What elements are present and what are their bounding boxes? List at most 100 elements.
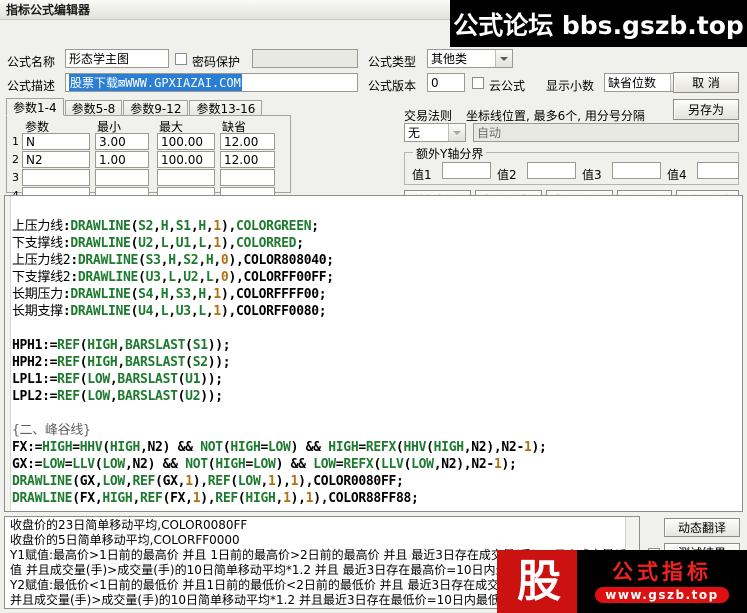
code-token: ) && — [290, 440, 329, 455]
code-token: 1 — [185, 474, 193, 489]
formula-version-input[interactable]: 0 — [427, 73, 465, 92]
code-token: , — [153, 236, 161, 251]
watermark-text-box: 公式指标 www.gszb.top — [577, 550, 747, 613]
tab-params-9-12[interactable]: 参数9-12 — [123, 100, 189, 116]
code-token: ( — [130, 287, 139, 302]
dynamic-translate-button[interactable]: 动态翻译 — [664, 518, 740, 537]
param-default-1[interactable]: 12.00 — [220, 133, 275, 150]
formula-name-input[interactable]: 形态学主图 — [65, 49, 169, 68]
y-value-1-input[interactable] — [442, 162, 491, 179]
code-token: HIGH — [42, 440, 73, 455]
code-token: ),COLORFF00FF; — [228, 270, 334, 285]
param-name-1[interactable]: N — [22, 133, 90, 150]
password-input[interactable] — [252, 49, 358, 68]
code-token: ( — [395, 440, 404, 455]
tab-params-5-8[interactable]: 参数5-8 — [64, 100, 123, 116]
code-token: ), — [200, 491, 216, 506]
code-token: U2 — [185, 389, 201, 404]
save-as-button[interactable]: 另存为 — [673, 99, 739, 120]
code-token: : — [70, 270, 78, 285]
formula-code-editor[interactable]: 上压力线:DRAWLINE(S2,H,S1,H,1),COLORGREEN; 下支… — [4, 195, 743, 512]
param-name-3[interactable] — [22, 169, 90, 186]
code-token: HPH1 — [12, 338, 43, 353]
window-title: 指标公式编辑器 — [6, 3, 91, 17]
param-name-2[interactable]: N2 — [22, 151, 90, 168]
code-line: 下支撑线:DRAWLINE(U2,L,U1,L,1),COLORRED; — [12, 235, 740, 252]
code-text[interactable]: 上压力线:DRAWLINE(S2,H,S1,H,1),COLORGREEN; 下支… — [12, 218, 740, 507]
param-min-2[interactable]: 1.00 — [95, 151, 149, 168]
param-max-1[interactable]: 100.00 — [157, 133, 215, 150]
param-max-2[interactable]: 100.00 — [157, 151, 215, 168]
code-token: LOW — [87, 372, 110, 387]
chevron-down-icon[interactable] — [448, 124, 465, 141]
watermark-bottom-title: 公式指标 — [612, 559, 712, 584]
code-token: H — [198, 287, 206, 302]
code-token: ) && — [275, 457, 314, 472]
description-line: 收盘价的5日简单移动平均,COLORFF0000 — [10, 533, 240, 547]
show-decimals-label: 显示小数 — [546, 79, 595, 93]
code-token: BARSLAST — [117, 389, 178, 404]
param-default-2[interactable]: 12.00 — [220, 151, 275, 168]
code-token: REFX — [343, 457, 374, 472]
code-token: N2 — [471, 457, 487, 472]
code-token: HIGH — [230, 440, 261, 455]
code-token: S2 — [183, 253, 199, 268]
code-token: REF — [132, 474, 156, 489]
code-token: ), — [486, 440, 502, 455]
code-token: DRAWLINE — [77, 270, 139, 285]
code-token: , — [168, 236, 176, 251]
code-token: HIGH — [245, 491, 276, 506]
code-token: S3 — [175, 287, 191, 302]
code-token: REF — [215, 491, 238, 506]
decimals-value: 缺省位数 — [608, 76, 657, 90]
code-token: ( — [155, 474, 163, 489]
y-value-2-input[interactable] — [527, 162, 576, 179]
code-token: U2 — [138, 236, 154, 251]
code-token: - — [516, 440, 524, 455]
code-token: LOW — [252, 457, 276, 472]
formula-type-combo[interactable]: 其他类 — [427, 49, 513, 68]
row-number-1: 1 — [12, 135, 19, 148]
code-token: N2 — [147, 440, 163, 455]
cancel-button[interactable]: 取 消 — [673, 72, 739, 93]
y-value-3-input[interactable] — [612, 162, 661, 179]
cloud-formula-checkbox[interactable] — [472, 77, 484, 89]
code-token: N2 — [471, 440, 487, 455]
trade-rule-combo[interactable]: 无 — [404, 123, 466, 142]
param-min-1[interactable]: 3.00 — [95, 133, 149, 150]
param-default-3[interactable] — [220, 169, 275, 186]
code-token: 1 — [213, 236, 221, 251]
code-token: ( — [72, 491, 80, 506]
code-token: HIGH — [328, 440, 359, 455]
coord-line-input[interactable]: 自动 — [473, 123, 739, 142]
code-token: ( — [138, 253, 146, 268]
chevron-down-icon[interactable] — [495, 50, 512, 67]
tab-params-13-16[interactable]: 参数13-16 — [189, 100, 263, 116]
code-token: N2 — [441, 457, 457, 472]
code-token: S2 — [192, 355, 208, 370]
code-token: , — [132, 491, 140, 506]
param-max-3[interactable] — [157, 169, 215, 186]
code-token: , — [168, 287, 176, 302]
y-value-4-input[interactable] — [697, 162, 739, 179]
coord-line-label: 坐标线位置, 最多6个, 用分号分隔 — [466, 109, 645, 123]
code-token: ); — [501, 457, 517, 472]
param-min-3[interactable] — [95, 169, 149, 186]
trade-rule-label: 交易法则 — [404, 109, 453, 123]
code-token: REFX — [365, 440, 396, 455]
password-protect-checkbox[interactable] — [175, 53, 187, 65]
code-token: , — [213, 253, 221, 268]
code-token: ( — [185, 355, 193, 370]
code-token: HIGH — [433, 440, 464, 455]
code-token: ),COLORFFFF00; — [220, 287, 327, 302]
formula-desc-input[interactable]: 股票下载⊠WWW.GPXIAZAI.COM — [65, 73, 358, 92]
code-token: U4 — [138, 304, 154, 319]
tab-params-1-4[interactable]: 参数1-4 — [6, 98, 64, 116]
code-token: ; — [296, 236, 304, 251]
code-token: ),COLOR88FF88; — [313, 491, 419, 506]
code-token: ) && — [162, 440, 201, 455]
code-token: , — [168, 304, 176, 319]
code-token: LOW — [42, 457, 65, 472]
code-token: LOW — [237, 474, 261, 489]
code-token: 下支撑线2 — [12, 270, 71, 285]
